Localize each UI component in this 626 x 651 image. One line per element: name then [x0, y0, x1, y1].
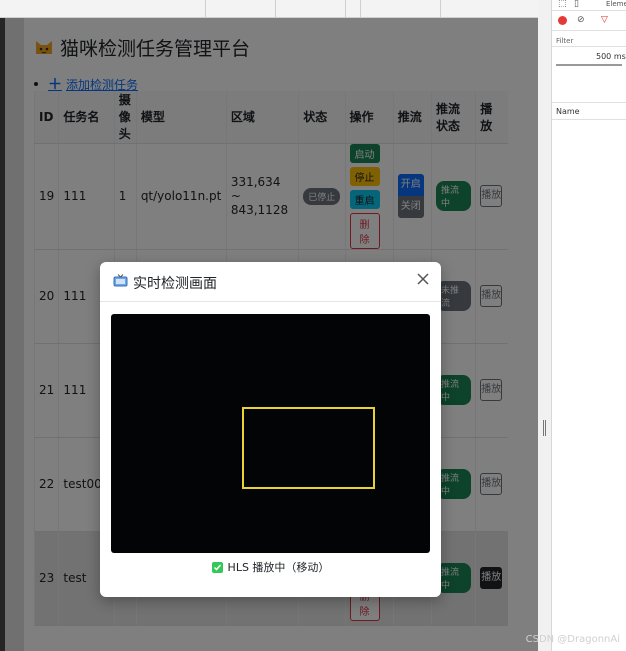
tv-icon [113, 274, 128, 289]
name-column-header[interactable]: Name [556, 107, 580, 116]
browser-top-strip [0, 0, 552, 18]
list-divider [552, 102, 626, 103]
modal-header: 实时检测画面 [100, 262, 441, 302]
device-icon[interactable]: ▯ [574, 0, 579, 9]
timeline-bar [556, 64, 622, 66]
video-player[interactable] [111, 314, 430, 553]
network-toolbar: ⊘ ▽ [552, 11, 626, 31]
check-icon [211, 561, 223, 573]
strip-divider [440, 0, 441, 18]
record-icon[interactable] [558, 16, 567, 25]
detection-box [242, 407, 375, 489]
throttle-label: 500 ms [596, 52, 626, 61]
filter-icon[interactable]: ▽ [601, 15, 608, 25]
devtools-tabbar: ⬚ ▯ Eleme [552, 0, 626, 11]
close-icon[interactable] [415, 271, 431, 287]
strip-divider [360, 0, 361, 18]
filter-divider [552, 46, 626, 47]
elements-tab[interactable]: Eleme [606, 0, 626, 8]
playback-status-text: HLS 播放中（移动） [227, 561, 330, 574]
inspect-icon[interactable]: ⬚ [558, 0, 567, 9]
modal-title: 实时检测画面 [133, 276, 217, 292]
devtools-splitter[interactable] [538, 0, 552, 651]
splitter-grip[interactable] [543, 420, 546, 436]
devtools-panel: ⬚ ▯ Eleme ⊘ ▽ Filter 500 ms Name [552, 0, 626, 651]
live-detection-modal: 实时检测画面 HLS 播放中（移动） [100, 262, 441, 597]
strip-divider [275, 0, 276, 18]
strip-divider [205, 0, 206, 18]
playback-status: HLS 播放中（移动） [100, 559, 441, 575]
clear-icon[interactable]: ⊘ [577, 15, 585, 25]
watermark: CSDN @DragonnAi [525, 634, 620, 645]
list-divider [552, 119, 626, 120]
filter-label[interactable]: Filter [556, 37, 573, 45]
strip-divider [345, 0, 346, 18]
